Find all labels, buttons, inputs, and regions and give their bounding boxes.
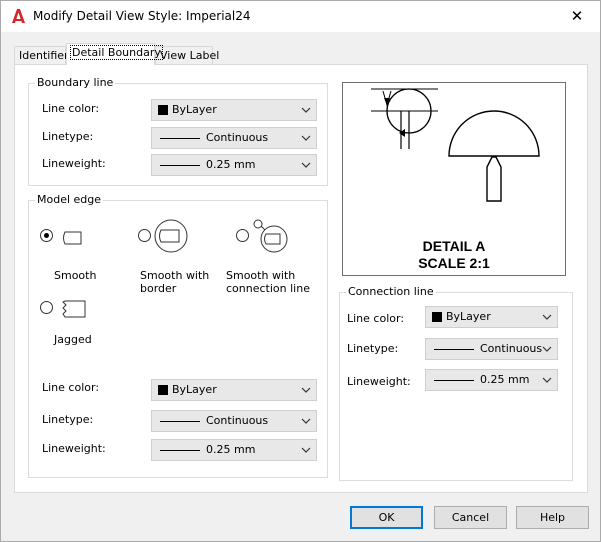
boundary-linetype-value: Continuous bbox=[206, 131, 269, 144]
jagged-radio[interactable] bbox=[40, 301, 53, 314]
connection-line-color-select[interactable]: ByLayer bbox=[425, 306, 558, 328]
boundary-line-color-value: ByLayer bbox=[172, 103, 217, 116]
smooth-with-connection-line-label: Smooth with connection line bbox=[226, 269, 310, 295]
lineweight-sample bbox=[160, 165, 200, 166]
smooth-with-border-icon bbox=[154, 219, 188, 253]
boundary-lineweight-select[interactable]: 0.25 mm bbox=[151, 154, 317, 176]
color-swatch bbox=[158, 105, 168, 115]
chevron-down-icon bbox=[301, 447, 311, 453]
detail-preview: DETAIL A SCALE 2:1 bbox=[342, 82, 566, 276]
chevron-down-icon bbox=[542, 377, 552, 383]
model-edge-linetype-label: Linetype: bbox=[42, 413, 94, 426]
linetype-sample bbox=[160, 421, 200, 422]
chevron-down-icon bbox=[301, 418, 311, 424]
boundary-line-color-select[interactable]: ByLayer bbox=[151, 99, 317, 121]
chevron-down-icon bbox=[301, 162, 311, 168]
boundary-linetype-select[interactable]: Continuous bbox=[151, 127, 317, 149]
lineweight-sample bbox=[160, 450, 200, 451]
chevron-down-icon bbox=[301, 107, 311, 113]
model-edge-legend: Model edge bbox=[35, 193, 104, 206]
preview-caption: DETAIL A SCALE 2:1 bbox=[343, 238, 565, 272]
color-swatch bbox=[432, 312, 442, 322]
smooth-with-connection-line-radio[interactable] bbox=[236, 229, 249, 242]
chevron-down-icon bbox=[301, 135, 311, 141]
help-button[interactable]: Help bbox=[516, 506, 589, 529]
model-edge-lineweight-label: Lineweight: bbox=[42, 442, 106, 455]
connection-lineweight-value: 0.25 mm bbox=[480, 373, 530, 386]
boundary-lineweight-value: 0.25 mm bbox=[206, 158, 256, 171]
connection-line-color-value: ByLayer bbox=[446, 310, 491, 323]
color-swatch bbox=[158, 385, 168, 395]
preview-scale-label: SCALE 2:1 bbox=[418, 255, 490, 271]
close-button[interactable]: ✕ bbox=[554, 1, 600, 32]
smooth-edge-icon bbox=[63, 231, 82, 245]
tab-detail-boundary-label: Detail Boundary bbox=[70, 45, 163, 60]
connection-lineweight-label: Lineweight: bbox=[347, 375, 411, 388]
boundary-line-color-label: Line color: bbox=[42, 102, 100, 115]
model-edge-lineweight-select[interactable]: 0.25 mm bbox=[151, 439, 317, 461]
boundary-line-legend: Boundary line bbox=[35, 76, 116, 89]
smooth-with-connection-line-icon bbox=[253, 219, 288, 253]
linetype-sample bbox=[434, 349, 474, 350]
chevron-down-icon bbox=[542, 314, 552, 320]
ok-button[interactable]: OK bbox=[350, 506, 423, 529]
connection-lineweight-select[interactable]: 0.25 mm bbox=[425, 369, 558, 391]
model-edge-color-value: ByLayer bbox=[172, 383, 217, 396]
cancel-button[interactable]: Cancel bbox=[434, 506, 507, 529]
boundary-lineweight-label: Lineweight: bbox=[42, 157, 106, 170]
dialog-window: Modify Detail View Style: Imperial24 ✕ I… bbox=[0, 0, 601, 542]
tab-identifier-label: Identifier bbox=[19, 49, 69, 62]
window-title: Modify Detail View Style: Imperial24 bbox=[33, 9, 251, 23]
tab-view-label[interactable]: View Label bbox=[155, 46, 219, 65]
title-bar: Modify Detail View Style: Imperial24 ✕ bbox=[1, 1, 600, 32]
connection-line-color-label: Line color: bbox=[347, 312, 405, 325]
model-edge-color-select[interactable]: ByLayer bbox=[151, 379, 317, 401]
connection-linetype-value: Continuous bbox=[480, 342, 543, 355]
smooth-with-border-radio[interactable] bbox=[138, 229, 151, 242]
model-edge-color-label: Line color: bbox=[42, 381, 100, 394]
connection-linetype-select[interactable]: Continuous bbox=[425, 338, 558, 360]
smooth-label: Smooth bbox=[54, 269, 97, 282]
tab-detail-boundary[interactable]: Detail Boundary bbox=[66, 43, 163, 65]
boundary-linetype-label: Linetype: bbox=[42, 130, 94, 143]
chevron-down-icon bbox=[542, 346, 552, 352]
smooth-with-border-label: Smooth with border bbox=[140, 269, 210, 295]
smooth-radio[interactable] bbox=[40, 229, 53, 242]
preview-detail-label: DETAIL A bbox=[422, 238, 486, 254]
tab-view-label-label: View Label bbox=[160, 49, 220, 62]
model-edge-lineweight-value: 0.25 mm bbox=[206, 443, 256, 456]
model-edge-linetype-select[interactable]: Continuous bbox=[151, 410, 317, 432]
connection-linetype-label: Linetype: bbox=[347, 342, 399, 355]
model-edge-linetype-value: Continuous bbox=[206, 414, 269, 427]
tab-identifier[interactable]: Identifier bbox=[14, 46, 69, 65]
linetype-sample bbox=[160, 138, 200, 139]
chevron-down-icon bbox=[301, 387, 311, 393]
jagged-edge-icon bbox=[62, 300, 86, 318]
lineweight-sample bbox=[434, 380, 474, 381]
connection-line-legend: Connection line bbox=[346, 285, 436, 298]
autocad-logo-icon bbox=[12, 9, 25, 23]
jagged-label: Jagged bbox=[54, 333, 92, 346]
